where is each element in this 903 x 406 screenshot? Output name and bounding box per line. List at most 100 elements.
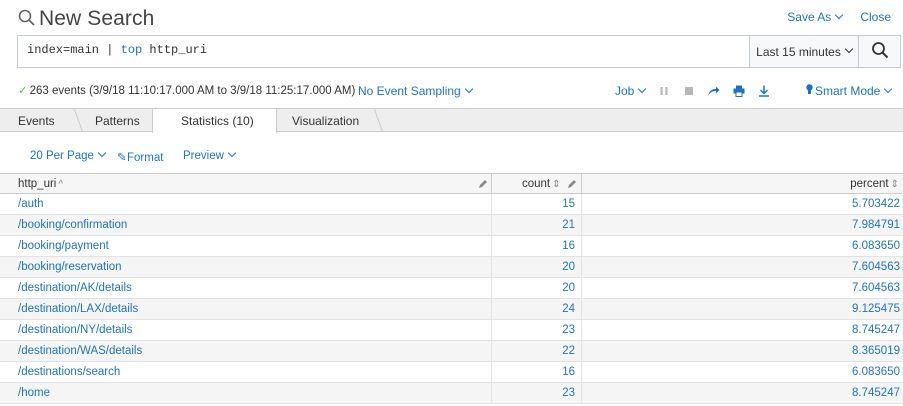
tab-events[interactable]: Events <box>18 109 55 132</box>
sampling-label: No Event Sampling <box>358 84 461 98</box>
cell-count[interactable]: 23 <box>562 324 575 336</box>
title-wrap: New Search <box>18 7 154 31</box>
cell-count[interactable]: 16 <box>562 366 575 378</box>
cell-http-uri[interactable]: /destinations/search <box>18 366 120 378</box>
column-label: http_uri <box>18 178 57 190</box>
table-row: /booking/confirmation 21 7.984791 <box>0 215 903 236</box>
cell-count[interactable]: 24 <box>562 303 575 315</box>
cell-http-uri[interactable]: /destination/LAX/details <box>18 303 138 315</box>
tab-visualization[interactable]: Visualization <box>292 109 359 132</box>
cell-percent[interactable]: 8.745247 <box>852 324 900 336</box>
column-divider <box>581 320 582 341</box>
search-query-input[interactable]: index=main | top http_uri <box>27 43 207 57</box>
time-range-picker[interactable]: Last 15 minutes <box>749 36 858 67</box>
column-label: percent <box>850 178 889 190</box>
chevron-down-icon <box>97 148 107 158</box>
table-header: http_uri ^ count ⇕ percent ⇕ <box>0 173 903 194</box>
cell-percent[interactable]: 5.703422 <box>852 198 900 210</box>
statistics-table: http_uri ^ count ⇕ percent ⇕ /auth 15 5.70342… <box>0 173 903 404</box>
cell-http-uri[interactable]: /destination/WAS/details <box>18 345 142 357</box>
search-icon <box>871 41 889 62</box>
column-label: count <box>522 178 551 190</box>
cell-http-uri[interactable]: /auth <box>18 198 44 210</box>
save-as-label: Save As <box>787 10 832 24</box>
search-mode-dropdown[interactable]: Smart Mode <box>806 84 893 98</box>
chevron-down-icon <box>884 84 893 94</box>
cell-count[interactable]: 23 <box>562 387 575 399</box>
table-row: /destinations/search 16 6.083650 <box>0 362 903 383</box>
table-row: /auth 15 5.703422 <box>0 194 903 215</box>
print-icon[interactable] <box>732 85 745 98</box>
table-row: /destination/WAS/details 22 8.365019 <box>0 341 903 362</box>
column-header-http-uri[interactable]: http_uri ^ <box>18 174 63 194</box>
pencil-icon: ✎ <box>117 152 127 164</box>
cell-http-uri[interactable]: /booking/payment <box>18 240 109 252</box>
stop-icon[interactable] <box>682 85 695 98</box>
cell-percent[interactable]: 7.604563 <box>852 282 900 294</box>
cell-percent[interactable]: 8.745247 <box>852 387 900 399</box>
format-button[interactable]: ✎Format <box>117 150 163 164</box>
header-actions: Save As Close <box>787 10 891 24</box>
cell-count[interactable]: 21 <box>562 219 575 231</box>
column-header-count[interactable]: count ⇕ <box>522 174 561 194</box>
cell-count[interactable]: 20 <box>562 261 575 273</box>
tab-patterns[interactable]: Patterns <box>95 109 140 132</box>
preview-dropdown[interactable]: Preview <box>183 148 237 162</box>
search-button[interactable] <box>858 36 900 67</box>
event-sampling-dropdown[interactable]: No Event Sampling <box>358 84 473 98</box>
save-as-menu[interactable]: Save As <box>787 10 844 24</box>
job-label: Job <box>615 84 635 98</box>
format-label: Format <box>127 152 164 164</box>
column-divider <box>491 257 492 278</box>
bulb-icon <box>806 84 815 98</box>
column-divider <box>581 257 582 278</box>
cell-percent[interactable]: 6.083650 <box>852 240 900 252</box>
chevron-down-icon <box>844 44 854 53</box>
share-icon[interactable] <box>707 85 720 98</box>
job-controls: Job <box>615 84 770 98</box>
cell-count[interactable]: 15 <box>562 198 575 210</box>
cell-http-uri[interactable]: /booking/confirmation <box>18 219 127 231</box>
page-title: New Search <box>39 7 155 30</box>
chevron-down-icon <box>227 148 237 158</box>
cell-http-uri[interactable]: /booking/reservation <box>18 261 122 273</box>
column-divider <box>581 236 582 257</box>
pencil-icon[interactable] <box>478 178 488 188</box>
cell-percent[interactable]: 6.083650 <box>852 366 900 378</box>
query-prefix: index=main | <box>27 43 121 57</box>
sort-ascending-icon: ^ <box>58 179 64 190</box>
pencil-icon[interactable] <box>567 178 577 188</box>
cell-http-uri[interactable]: /destination/NY/details <box>18 324 132 336</box>
cell-http-uri[interactable]: /destination/AK/details <box>18 282 132 294</box>
table-row: /home 23 8.745247 <box>0 383 903 404</box>
cell-percent[interactable]: 9.125475 <box>852 303 900 315</box>
column-divider <box>491 194 492 215</box>
job-status-row: ✓ 263 events (3/9/18 11:10:17.000 AM to 3… <box>0 80 903 102</box>
time-range-label: Last 15 minutes <box>756 44 841 59</box>
per-page-dropdown[interactable]: 20 Per Page <box>30 148 107 162</box>
cell-count[interactable]: 20 <box>562 282 575 294</box>
cell-percent[interactable]: 8.365019 <box>852 345 900 357</box>
pause-icon[interactable] <box>657 85 670 98</box>
cell-count[interactable]: 22 <box>562 345 575 357</box>
close-link[interactable]: Close <box>860 10 891 24</box>
search-icon <box>18 9 35 29</box>
column-divider <box>491 383 492 404</box>
column-separator <box>581 174 582 194</box>
check-icon: ✓ <box>18 85 28 97</box>
export-icon[interactable] <box>757 85 770 98</box>
column-divider <box>491 278 492 299</box>
cell-percent[interactable]: 7.604563 <box>852 261 900 273</box>
search-bar: index=main | top http_uri Last 15 minute… <box>17 35 901 68</box>
cell-percent[interactable]: 7.984791 <box>852 219 900 231</box>
results-toolbar: 20 Per Page ✎Format Preview <box>0 148 903 166</box>
job-menu[interactable]: Job <box>615 84 647 98</box>
tab-statistics[interactable]: Statistics (10) <box>152 109 277 133</box>
column-header-percent[interactable]: percent ⇕ <box>850 174 899 194</box>
cell-http-uri[interactable]: /home <box>18 387 50 399</box>
preview-label: Preview <box>183 150 224 162</box>
column-divider <box>491 320 492 341</box>
event-count: ✓ 263 events (3/9/18 11:10:17.000 AM to 3… <box>18 83 355 97</box>
cell-count[interactable]: 16 <box>562 240 575 252</box>
column-separator <box>491 174 492 194</box>
